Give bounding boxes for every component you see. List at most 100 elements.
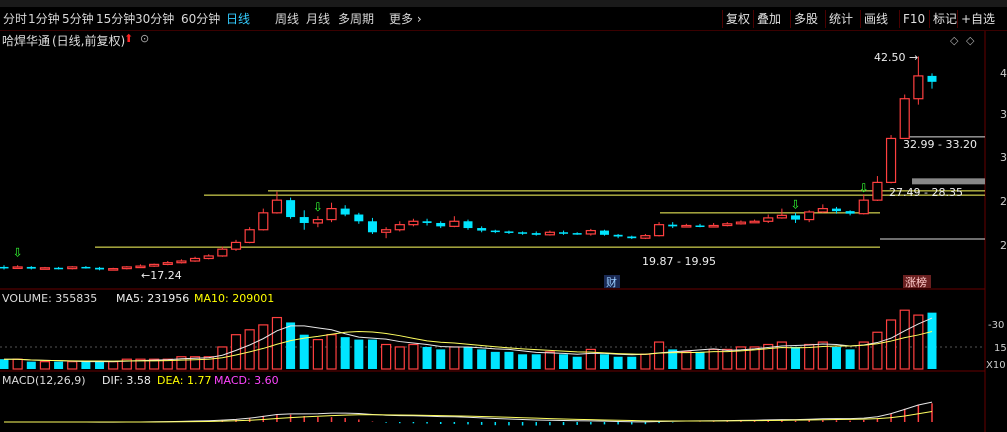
down-arrow-icon: ⇩ [859, 181, 869, 195]
candle [108, 268, 119, 271]
volume-axis: 15 [994, 343, 1007, 354]
candle [817, 208, 828, 213]
candle [463, 221, 473, 229]
price-axis-label: 3 [1000, 108, 1007, 121]
candle [776, 214, 787, 219]
candle [695, 225, 705, 228]
volume-bar [695, 351, 705, 369]
range-label: 19.87 - 19.95 [642, 255, 716, 268]
low-label: ←17.24 [141, 269, 182, 282]
volume-bar [354, 339, 364, 369]
candle [286, 200, 296, 218]
candle [67, 266, 78, 270]
volume-axis: -30 [988, 320, 1004, 331]
candle [640, 235, 651, 239]
volume-bar [627, 356, 637, 369]
macd-header: MACD(12,26,9) [2, 374, 86, 387]
range-label: 32.99 - 33.20 [903, 138, 977, 151]
candle [477, 228, 487, 231]
candle [367, 221, 377, 233]
candle [681, 224, 692, 228]
volume-bar [518, 354, 528, 369]
candle [831, 208, 841, 212]
volume-bar [559, 354, 569, 369]
volume-bar [394, 346, 405, 370]
volume-bar [54, 361, 64, 369]
volume-bar [408, 343, 419, 370]
volume-bar [804, 343, 815, 370]
candle [230, 241, 242, 250]
volume-bar [81, 361, 91, 369]
candle [804, 211, 815, 221]
volume-bar [95, 361, 105, 369]
volume-bar [858, 341, 869, 370]
volume-bar [708, 348, 719, 370]
volume-bar [381, 343, 392, 370]
candle [121, 266, 132, 270]
candle [258, 212, 269, 231]
volume-bar [244, 329, 255, 370]
volume-bar [286, 322, 296, 369]
candle [791, 215, 801, 220]
volume-bar [326, 334, 337, 370]
volume-bar [599, 354, 609, 369]
candle [722, 223, 733, 227]
candle [653, 224, 665, 237]
candle [422, 221, 432, 223]
candle [326, 208, 337, 221]
candle [394, 224, 405, 231]
candle [735, 221, 747, 225]
candle [627, 236, 637, 239]
diamond-icon: ◇ [966, 34, 975, 47]
candle [518, 232, 528, 234]
kline-chart[interactable]: ⇩ ⇩ ⇩ ⇩ 4 3 3 2 2 ◇ ◇ 42.50 → ←17.24 32.99 - 33.20 27.… [0, 0, 1007, 432]
candle [12, 266, 23, 270]
candle [927, 75, 937, 82]
volume-bar [613, 356, 623, 369]
candle [381, 229, 392, 233]
volume-header: VOLUME: 355835 [2, 292, 97, 305]
volume-bar [544, 351, 555, 370]
volume-bar [885, 319, 897, 370]
candle [668, 224, 678, 227]
diamond-icon: ◇ [950, 34, 959, 47]
down-arrow-icon: ⇩ [13, 245, 23, 259]
candle [490, 230, 500, 233]
candle [81, 266, 91, 269]
candle [872, 181, 883, 201]
dea-line [3, 410, 933, 423]
volume-bar [26, 361, 36, 369]
candle [95, 267, 105, 270]
volume-bar [12, 358, 23, 370]
candle [162, 262, 173, 265]
candle [0, 266, 9, 269]
dif-line [3, 401, 933, 423]
volume-ma5: MA5: 231956 [116, 292, 189, 305]
volume-bar [572, 356, 582, 369]
volume-bar [531, 354, 541, 369]
candle [708, 224, 719, 228]
volume-bar [449, 346, 460, 370]
candle [244, 229, 255, 244]
candle [599, 230, 609, 235]
volume-bar [463, 346, 473, 369]
volume-bar [722, 348, 733, 370]
volume-bar [436, 349, 446, 369]
candle [449, 220, 460, 227]
candle [885, 137, 897, 183]
volume-bar [791, 346, 801, 369]
candle [149, 263, 160, 267]
candle [299, 217, 309, 223]
price-axis-label: 2 [1000, 195, 1007, 208]
rank-tag: 涨榜 [905, 275, 927, 289]
range-label: 27.49 - 28.35 [889, 186, 963, 199]
candle [572, 233, 582, 235]
candle [354, 214, 364, 222]
volume-bar [681, 351, 692, 370]
candle [585, 229, 596, 235]
down-arrow-icon: ⇩ [313, 200, 323, 214]
volume-bar [299, 334, 309, 369]
candle [217, 248, 228, 257]
candle [436, 222, 446, 227]
volume-bar [927, 312, 937, 369]
